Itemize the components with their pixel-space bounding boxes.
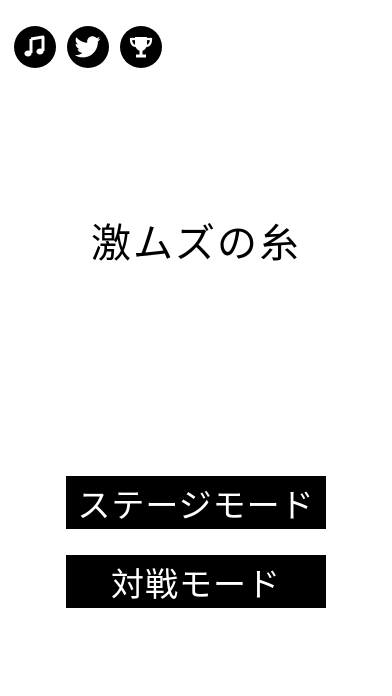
twitter-button[interactable] bbox=[67, 26, 109, 68]
music-icon bbox=[24, 35, 45, 57]
stage-mode-button[interactable]: ステージモード bbox=[66, 476, 326, 529]
game-title: 激ムズの糸 bbox=[91, 221, 301, 267]
versus-mode-button[interactable]: 対戦モード bbox=[66, 555, 326, 608]
top-icon-bar bbox=[14, 26, 162, 68]
trophy-icon bbox=[129, 37, 153, 58]
music-button[interactable] bbox=[14, 26, 56, 68]
ranking-button[interactable] bbox=[120, 26, 162, 68]
twitter-icon bbox=[75, 36, 101, 58]
